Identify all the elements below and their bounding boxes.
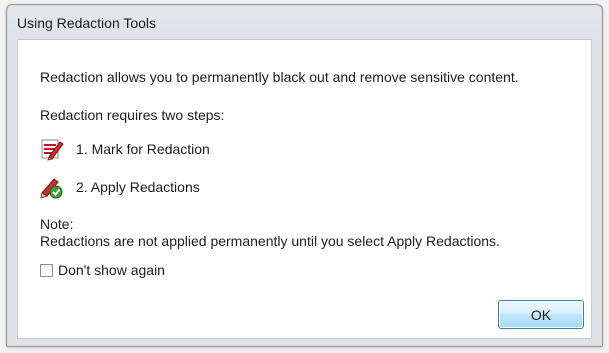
note-title: Note: [40,216,74,232]
step-label: 1. Mark for Redaction [76,141,210,157]
dont-show-again-checkbox[interactable] [40,263,53,277]
note-text: Redactions are not applied permanently u… [40,233,500,249]
step-label: 2. Apply Redactions [76,179,200,195]
dialog-title: Using Redaction Tools [17,15,157,31]
apply-redactions-icon [40,175,64,199]
dont-show-again-label[interactable]: Don't show again [58,262,165,278]
step-mark-for-redaction: 1. Mark for Redaction [40,136,210,162]
mark-redaction-icon [40,137,64,161]
note-block: Note: Redactions are not applied permane… [40,216,500,250]
intro-text: Redaction allows you to permanently blac… [40,69,519,85]
steps-heading: Redaction requires two steps: [40,107,225,123]
dialog-content: Redaction allows you to permanently blac… [17,39,592,339]
dont-show-again-row[interactable]: Don't show again [40,262,165,278]
step-apply-redactions: 2. Apply Redactions [40,174,200,200]
dialog-window: Using Redaction Tools Redaction allows y… [6,4,603,347]
title-bar[interactable]: Using Redaction Tools [7,5,602,39]
ok-button[interactable]: OK [498,300,584,329]
